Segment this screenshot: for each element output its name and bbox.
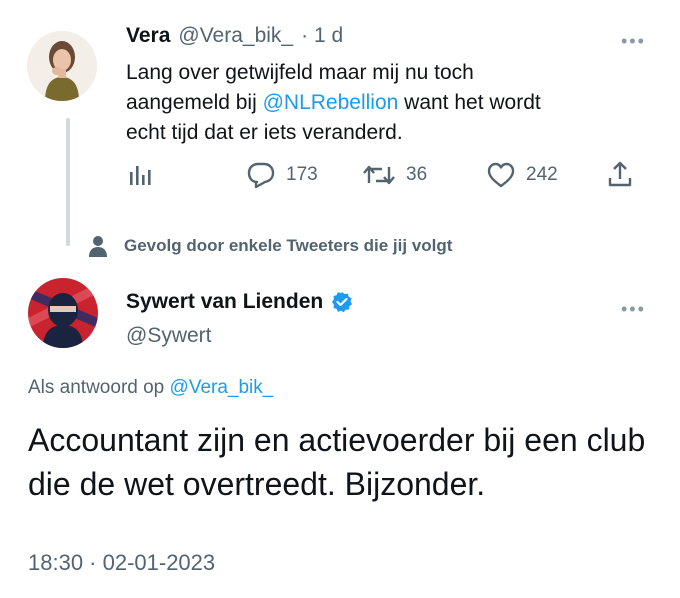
more-options-button[interactable]: ••• — [621, 300, 646, 318]
tweet2-author: Sywert van Lienden — [126, 290, 353, 314]
more-options-button[interactable]: ••• — [621, 32, 646, 50]
social-context: Gevolg door enkele Tweeters die jij volg… — [86, 234, 452, 258]
retweet-icon — [363, 165, 395, 185]
verified-badge-icon — [332, 292, 353, 313]
analytics-button[interactable] — [126, 162, 152, 188]
tweet-timestamp[interactable]: 18:30 · 02-01-2023 — [28, 550, 215, 576]
share-icon — [608, 161, 632, 187]
ellipsis-icon: ••• — [621, 299, 646, 319]
reply-icon — [247, 162, 275, 189]
retweet-count: 36 — [406, 164, 428, 185]
ellipsis-icon: ••• — [621, 31, 646, 51]
vera-avatar-image — [27, 31, 97, 101]
reply-button[interactable]: 173 — [246, 161, 318, 189]
like-button[interactable]: 242 — [486, 161, 558, 189]
author-name[interactable]: Vera — [126, 24, 170, 48]
tweet-time[interactable]: · 1 d — [301, 24, 343, 48]
analytics-icon — [130, 166, 151, 185]
sywert-avatar[interactable] — [28, 278, 98, 348]
social-context-text: Gevolg door enkele Tweeters die jij volg… — [124, 236, 453, 255]
sywert-avatar-image — [28, 278, 98, 348]
tweet2-text: Accountant zijn en actievoerder bij een … — [28, 422, 646, 502]
reply-count: 173 — [286, 164, 318, 185]
mention-link[interactable]: @NLRebellion — [263, 91, 399, 114]
reply-to-line: Als antwoord op @Vera_bik_ — [28, 377, 274, 398]
retweet-button[interactable]: 36 — [362, 161, 427, 189]
share-button[interactable] — [606, 159, 634, 189]
like-count: 242 — [526, 164, 558, 185]
person-icon — [89, 236, 107, 257]
heart-icon — [487, 162, 515, 188]
author-name[interactable]: Sywert van Lienden — [126, 290, 323, 314]
tweet1-text: Lang over getwijfeld maar mij nu toch aa… — [126, 61, 541, 144]
reply-to-handle[interactable]: @Vera_bik_ — [170, 377, 274, 398]
author-handle[interactable]: @Vera_bik_ — [178, 24, 293, 48]
vera-avatar[interactable] — [27, 31, 97, 101]
tweet1-header: Vera @Vera_bik_ · 1 d — [126, 24, 343, 48]
author-handle[interactable]: @Sywert — [126, 324, 212, 348]
thread-line — [66, 118, 70, 246]
